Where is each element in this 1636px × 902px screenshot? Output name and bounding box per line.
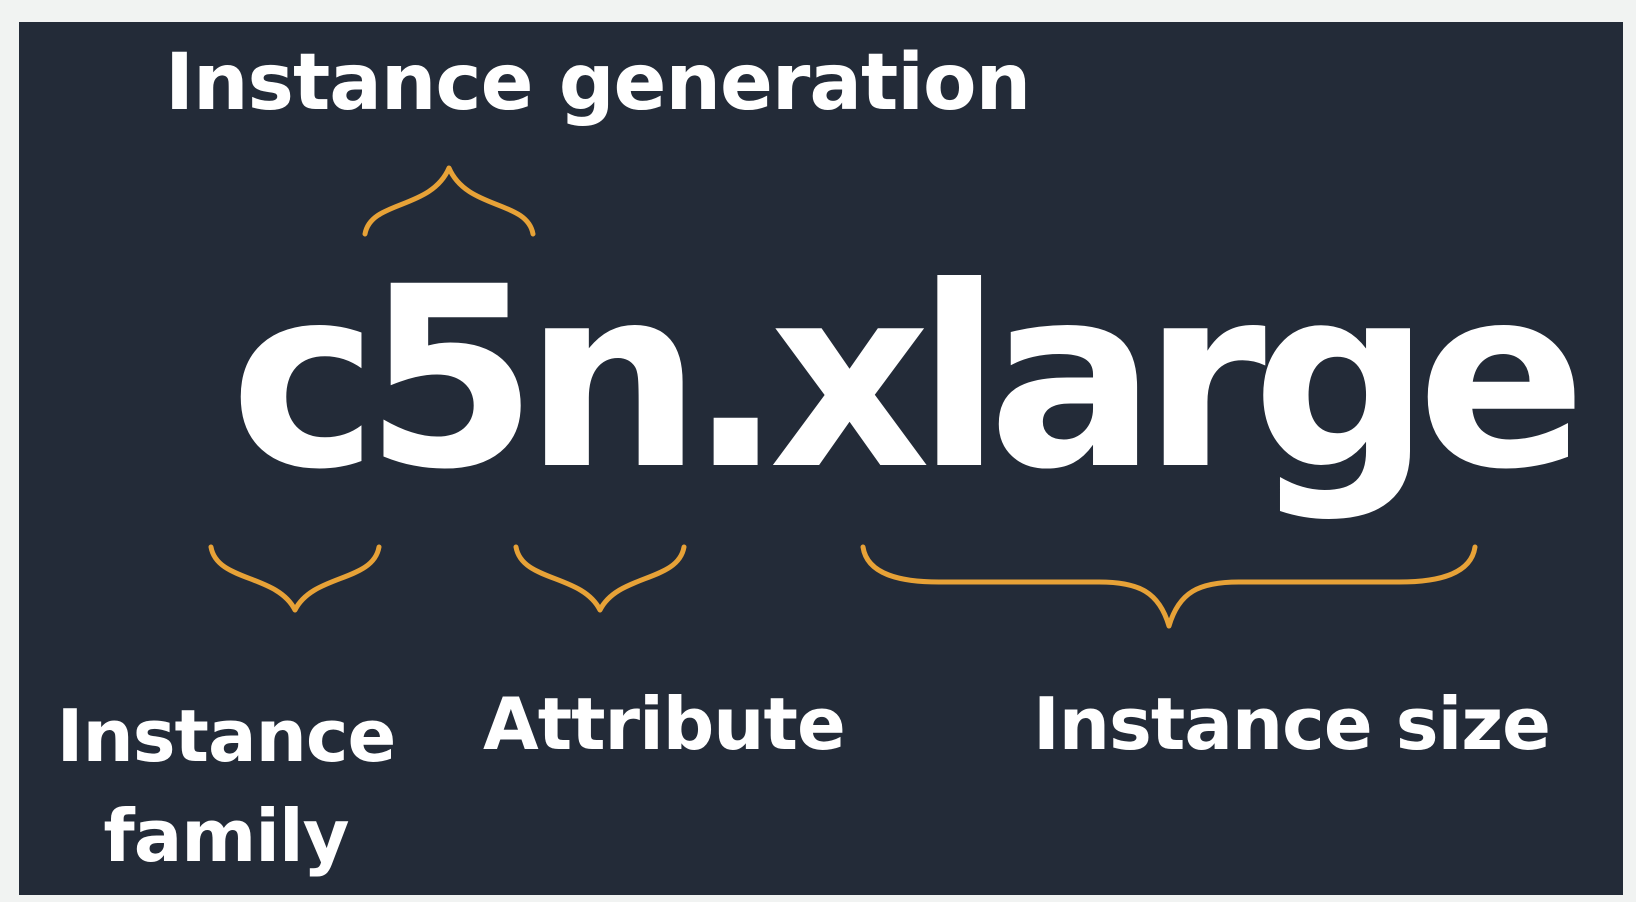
attribute-label: Attribute [483,682,846,766]
diagram-panel: Instance generation c5n.xlarge Instance … [19,22,1623,895]
family-brace [208,544,382,613]
size-brace [860,544,1478,629]
attribute-brace [513,544,687,613]
instance-family-label: Instance family [56,694,397,878]
instance-size-label: Instance size [1033,682,1551,766]
generation-brace [362,165,536,237]
